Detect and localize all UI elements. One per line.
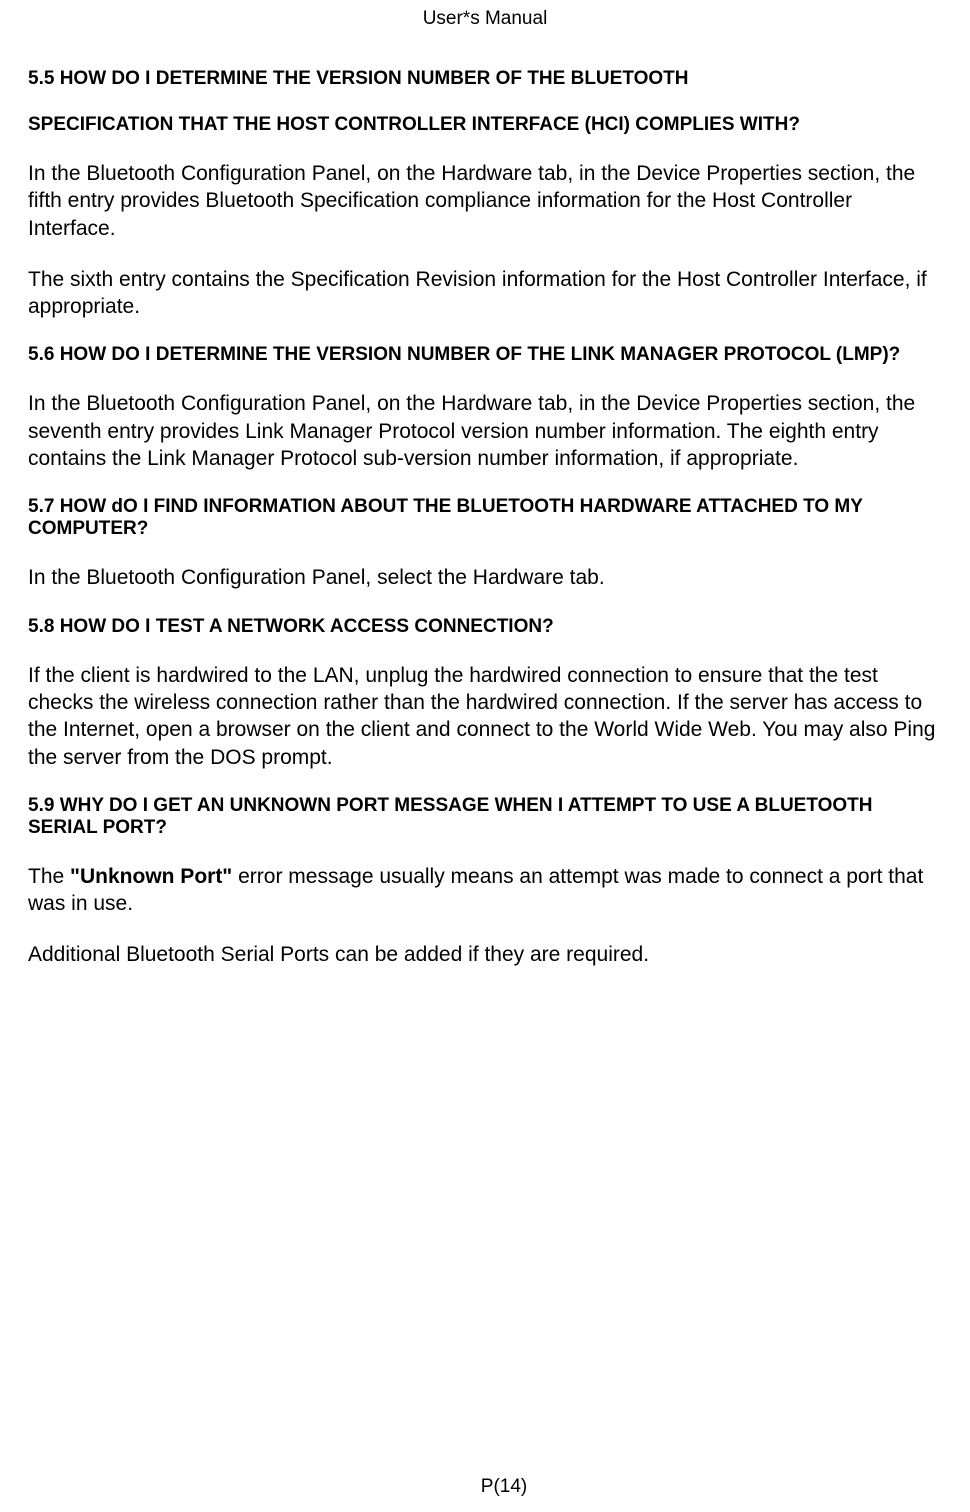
section-5-9-para1-prefix: The [28, 865, 70, 888]
section-5-6-heading: 5.6 HOW DO I DETERMINE THE VERSION NUMBE… [28, 344, 942, 366]
section-5-9-heading: 5.9 WHY DO I GET AN UNKNOWN PORT MESSAGE… [28, 795, 942, 839]
section-5-7-para1: In the Bluetooth Configuration Panel, se… [28, 564, 942, 591]
page-footer: P(14) [0, 1471, 970, 1498]
page-header: User*s Manual [28, 0, 942, 68]
section-5-9-para2: Additional Bluetooth Serial Ports can be… [28, 941, 942, 968]
section-5-6-para1: In the Bluetooth Configuration Panel, on… [28, 390, 942, 472]
section-5-5-para2: The sixth entry contains the Specificati… [28, 266, 942, 321]
section-5-8-heading: 5.8 HOW DO I TEST A NETWORK ACCESS CONNE… [28, 616, 942, 638]
unknown-port-bold: "Unknown Port" [70, 865, 232, 888]
page-number: P(14) [443, 1476, 527, 1497]
section-5-7-heading: 5.7 HOW dO I FIND INFORMATION ABOUT THE … [28, 496, 942, 540]
section-5-5-heading-line2: SPECIFICATION THAT THE HOST CONTROLLER I… [28, 114, 942, 136]
section-5-5-para1: In the Bluetooth Configuration Panel, on… [28, 160, 942, 242]
section-5-8-para1: If the client is hardwired to the LAN, u… [28, 662, 942, 771]
section-5-9-para1: The "Unknown Port" error message usually… [28, 863, 942, 918]
header-title: User*s Manual [423, 8, 548, 29]
section-5-5-heading-line1: 5.5 HOW DO I DETERMINE THE VERSION NUMBE… [28, 68, 942, 90]
